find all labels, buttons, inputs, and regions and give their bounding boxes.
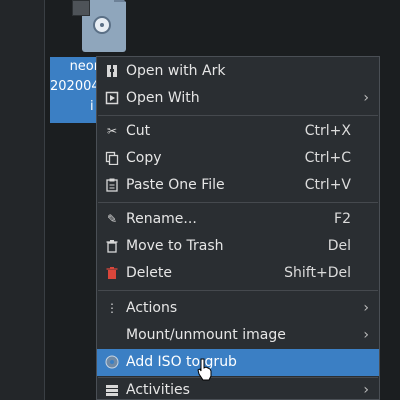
disc-icon	[93, 16, 111, 34]
chevron-right-icon: ›	[363, 327, 369, 343]
activities-icon	[105, 383, 119, 397]
menu-item-label: Add ISO to grub	[126, 354, 237, 370]
menu-item-label: Move to Trash	[126, 238, 224, 254]
menu-item-label: Delete	[126, 265, 172, 281]
menu-item-shortcut: Ctrl+C	[304, 150, 351, 166]
chevron-right-icon: ›	[363, 300, 369, 316]
iso-file-icon[interactable]	[72, 0, 128, 56]
menu-item-actions[interactable]: ⋮ Actions ›	[97, 295, 379, 322]
menu-item-open-with[interactable]: Open With ›	[97, 85, 379, 112]
menu-item-label: Copy	[126, 150, 162, 166]
disc-icon	[105, 355, 119, 369]
menu-item-add-iso-to-grub[interactable]: Add ISO to grub	[97, 349, 379, 376]
ark-icon	[105, 64, 119, 78]
menu-separator	[98, 202, 378, 203]
context-menu: Open with Ark Open With › ✂ Cut Ctrl+X C…	[96, 56, 380, 400]
menu-item-activities[interactable]: Activities ›	[97, 377, 379, 399]
menu-separator	[98, 290, 378, 291]
overlay-badge-icon	[72, 0, 90, 16]
menu-item-cut[interactable]: ✂ Cut Ctrl+X	[97, 118, 379, 145]
left-panel	[0, 0, 44, 400]
menu-item-shortcut: F2	[334, 211, 351, 227]
menu-item-shortcut: Ctrl+X	[304, 123, 351, 139]
menu-item-label: Cut	[126, 123, 151, 139]
delete-icon	[105, 266, 119, 280]
open-with-icon	[105, 91, 119, 105]
scissors-icon: ✂	[106, 124, 118, 138]
menu-separator	[98, 115, 378, 116]
menu-item-shortcut: Del	[327, 238, 351, 254]
chevron-right-icon: ›	[363, 382, 369, 398]
menu-item-paste[interactable]: Paste One File Ctrl+V	[97, 172, 379, 199]
menu-item-label: Rename...	[126, 211, 197, 227]
menu-item-copy[interactable]: Copy Ctrl+C	[97, 145, 379, 172]
menu-item-rename[interactable]: ✎ Rename... F2	[97, 206, 379, 233]
copy-icon	[105, 151, 119, 166]
menu-item-label: Paste One File	[126, 177, 225, 193]
menu-item-label: Activities	[126, 382, 190, 398]
menu-item-mount-unmount[interactable]: Mount/unmount image ›	[97, 322, 379, 349]
menu-item-open-with-ark[interactable]: Open with Ark	[97, 58, 379, 85]
menu-item-label: Open With	[126, 90, 200, 106]
menu-item-label: Actions	[126, 300, 178, 316]
menu-item-label: Mount/unmount image	[126, 327, 286, 343]
kebab-menu-icon: ⋮	[106, 301, 118, 315]
menu-item-shortcut: Ctrl+V	[304, 177, 351, 193]
paste-icon	[105, 178, 119, 192]
pencil-icon: ✎	[106, 212, 118, 226]
trash-icon	[105, 239, 119, 253]
pointer-hand-icon	[197, 358, 213, 382]
menu-item-label: Open with Ark	[126, 63, 226, 79]
menu-item-move-to-trash[interactable]: Move to Trash Del	[97, 233, 379, 260]
menu-item-delete[interactable]: Delete Shift+Del	[97, 260, 379, 287]
menu-item-shortcut: Shift+Del	[284, 265, 351, 281]
chevron-right-icon: ›	[363, 90, 369, 106]
